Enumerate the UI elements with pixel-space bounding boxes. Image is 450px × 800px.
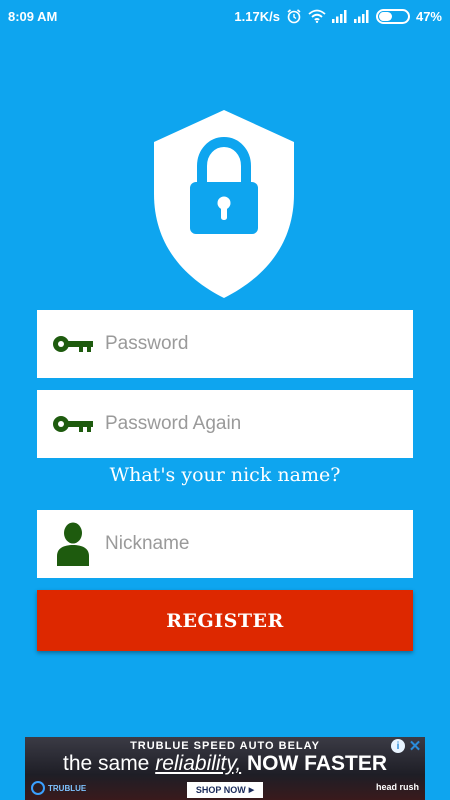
signal-icon xyxy=(331,9,347,23)
key-icon xyxy=(43,414,103,434)
register-button[interactable]: REGISTER xyxy=(37,590,413,651)
ad-brand-logo-icon xyxy=(31,781,45,795)
password-field[interactable] xyxy=(37,310,413,378)
person-icon xyxy=(43,522,103,566)
nickname-input[interactable] xyxy=(105,533,395,555)
ad-banner[interactable]: TRUBLUE SPEED AUTO BELAY the same reliab… xyxy=(25,737,425,800)
network-speed: 1.17K/s xyxy=(234,8,280,24)
status-time: 8:09 AM xyxy=(8,8,58,24)
alarm-icon xyxy=(287,9,301,24)
battery-icon xyxy=(375,8,410,24)
wifi-icon xyxy=(308,9,326,23)
ad-close-icon[interactable]: ✕ xyxy=(407,738,423,755)
battery-fill xyxy=(378,11,393,21)
ad-headline-part3: NOW FASTER xyxy=(241,752,388,775)
password-again-field[interactable] xyxy=(37,390,413,458)
ad-top-line: TRUBLUE SPEED AUTO BELAY xyxy=(130,740,320,752)
signal-icon xyxy=(353,9,369,23)
ad-info-icon[interactable]: i xyxy=(391,739,405,753)
password-again-input[interactable] xyxy=(105,413,395,435)
ad-brand-left-text: TRUBLUE xyxy=(48,783,87,793)
status-icons: 1.17K/s 47% xyxy=(234,8,442,24)
ad-shop-now-label: SHOP NOW xyxy=(195,785,246,795)
ad-headline-part2: reliability, xyxy=(155,752,242,775)
play-icon: ▶ xyxy=(248,787,255,794)
shield-lock-logo xyxy=(154,110,294,298)
ad-shop-now-button[interactable]: SHOP NOW ▶ xyxy=(187,782,263,798)
status-bar: 8:09 AM 1.17K/s 47% xyxy=(0,0,450,32)
battery-percent: 47% xyxy=(415,8,442,24)
ad-brand-logo: TRUBLUE xyxy=(31,781,86,795)
password-input[interactable] xyxy=(105,333,395,355)
ad-headline-part1: the same xyxy=(62,752,156,775)
key-icon xyxy=(43,334,103,354)
ad-brand-right: head rush xyxy=(375,782,419,792)
ad-headline: the same reliability, NOW FASTER xyxy=(25,752,425,776)
nickname-field[interactable] xyxy=(37,510,413,578)
nickname-prompt: What's your nick name? xyxy=(109,464,341,486)
